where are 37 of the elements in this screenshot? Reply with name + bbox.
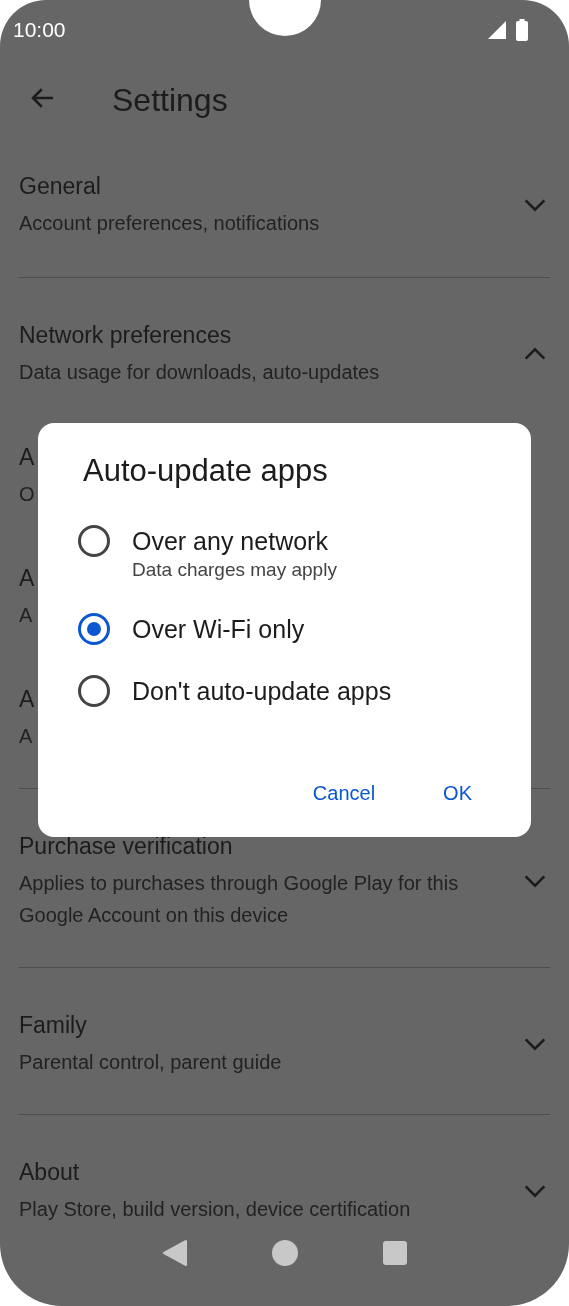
back-icon[interactable] bbox=[161, 1239, 188, 1267]
radio-button[interactable] bbox=[78, 675, 110, 707]
page-title: Settings bbox=[112, 81, 228, 119]
setting-title: A bbox=[19, 443, 35, 472]
section-title: Family bbox=[19, 1011, 87, 1040]
settings-section[interactable]: Network preferences Data usage for downloads, auto-updates bbox=[0, 278, 569, 442]
recents-icon[interactable] bbox=[383, 1241, 408, 1265]
settings-section[interactable]: General Account preferences, notifications bbox=[0, 140, 569, 277]
radio-button[interactable] bbox=[78, 525, 110, 557]
section-subtitle: Data usage for downloads, auto-updates bbox=[19, 360, 380, 385]
option-description: Data charges may apply bbox=[132, 558, 337, 582]
option-label: Over Wi-Fi only bbox=[132, 614, 305, 645]
settings-section[interactable]: About Play Store, build version, device certification bbox=[0, 1115, 569, 1226]
section-subtitle: Play Store, build version, device certification bbox=[19, 1197, 411, 1222]
status-time: 10:00 bbox=[13, 18, 66, 42]
option-label: Over any network bbox=[132, 526, 329, 557]
radio-button[interactable] bbox=[78, 613, 110, 645]
setting-subtitle: O bbox=[19, 482, 35, 507]
signal-icon bbox=[487, 20, 507, 40]
setting-title: A bbox=[19, 564, 35, 593]
section-title: Network preferences bbox=[19, 321, 232, 350]
section-title: General bbox=[19, 172, 101, 201]
setting-subtitle: A bbox=[19, 603, 33, 628]
dialog-button[interactable]: Cancel bbox=[298, 778, 390, 809]
battery-icon bbox=[515, 19, 529, 41]
section-title: Purchase verification bbox=[19, 832, 233, 861]
dialog-button[interactable]: OK bbox=[429, 778, 486, 809]
home-icon[interactable] bbox=[271, 1239, 300, 1267]
section-subtitle: Applies to purchases through Google Play for this Google Account on this device bbox=[19, 871, 460, 928]
setting-title: A bbox=[19, 685, 35, 714]
section-subtitle: Account preferences, notifications bbox=[19, 211, 320, 236]
settings-section[interactable]: Family Parental control, parent guide bbox=[0, 968, 569, 1114]
option-label: Don't auto-update apps bbox=[132, 676, 392, 707]
dialog-title: Auto-update apps bbox=[82, 452, 329, 490]
setting-subtitle: A bbox=[19, 724, 33, 749]
section-title: About bbox=[19, 1158, 80, 1187]
section-subtitle: Parental control, parent guide bbox=[19, 1050, 282, 1075]
